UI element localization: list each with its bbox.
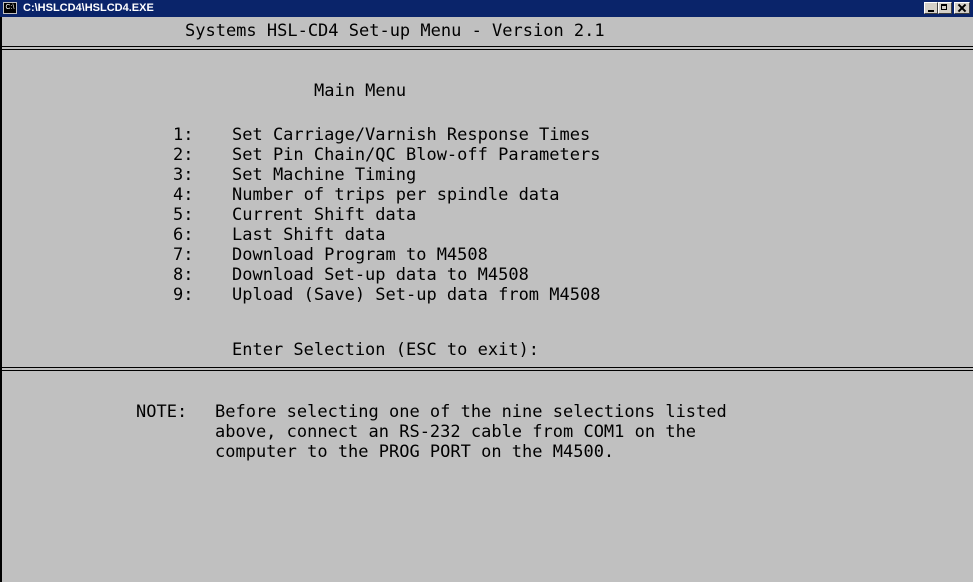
note-line-2: above, connect an RS-232 cable from COM1… [215,422,697,442]
menu-item-number: 3: [173,165,194,185]
menu-item-number: 6: [173,225,194,245]
menu-item-label: Download Program to M4508 [232,245,488,265]
header-divider-2 [2,49,973,50]
menu-item-number: 2: [173,145,194,165]
menu-item-label: Set Machine Timing [232,165,417,185]
menu-item-label: Number of trips per spindle data [232,185,560,205]
window-titlebar[interactable]: C:\ C:\HSLCD4\HSLCD4.EXE [0,0,973,17]
menu-item-label: Set Pin Chain/QC Blow-off Parameters [232,145,601,165]
close-button[interactable] [954,2,970,14]
section-divider-2 [2,370,973,371]
menu-item-number: 7: [173,245,194,265]
selection-prompt[interactable]: Enter Selection (ESC to exit): [232,340,539,360]
console-icon[interactable]: C:\ [3,2,17,14]
program-header: Systems HSL-CD4 Set-up Menu - Version 2.… [185,21,605,41]
maximize-button[interactable] [938,2,952,14]
header-divider [2,46,973,47]
window-title: C:\HSLCD4\HSLCD4.EXE [23,2,154,14]
menu-item-number: 8: [173,265,194,285]
menu-item-number: 1: [173,125,194,145]
menu-item-label: Set Carriage/Varnish Response Times [232,125,591,145]
menu-item-label: Last Shift data [232,225,386,245]
menu-item-label: Download Set-up data to M4508 [232,265,529,285]
note-line-1: Before selecting one of the nine selecti… [215,402,727,422]
menu-item-number: 9: [173,285,194,305]
menu-item-number: 5: [173,205,194,225]
menu-title: Main Menu [314,81,407,101]
note-line-3: computer to the PROG PORT on the M4500. [215,442,615,462]
menu-item-number: 4: [173,185,194,205]
note-label: NOTE: [136,402,188,422]
menu-item-label: Current Shift data [232,205,417,225]
menu-item-label: Upload (Save) Set-up data from M4508 [232,285,601,305]
section-divider [2,367,973,368]
minimize-button[interactable] [924,2,938,14]
console-area[interactable]: Systems HSL-CD4 Set-up Menu - Version 2.… [0,17,973,582]
